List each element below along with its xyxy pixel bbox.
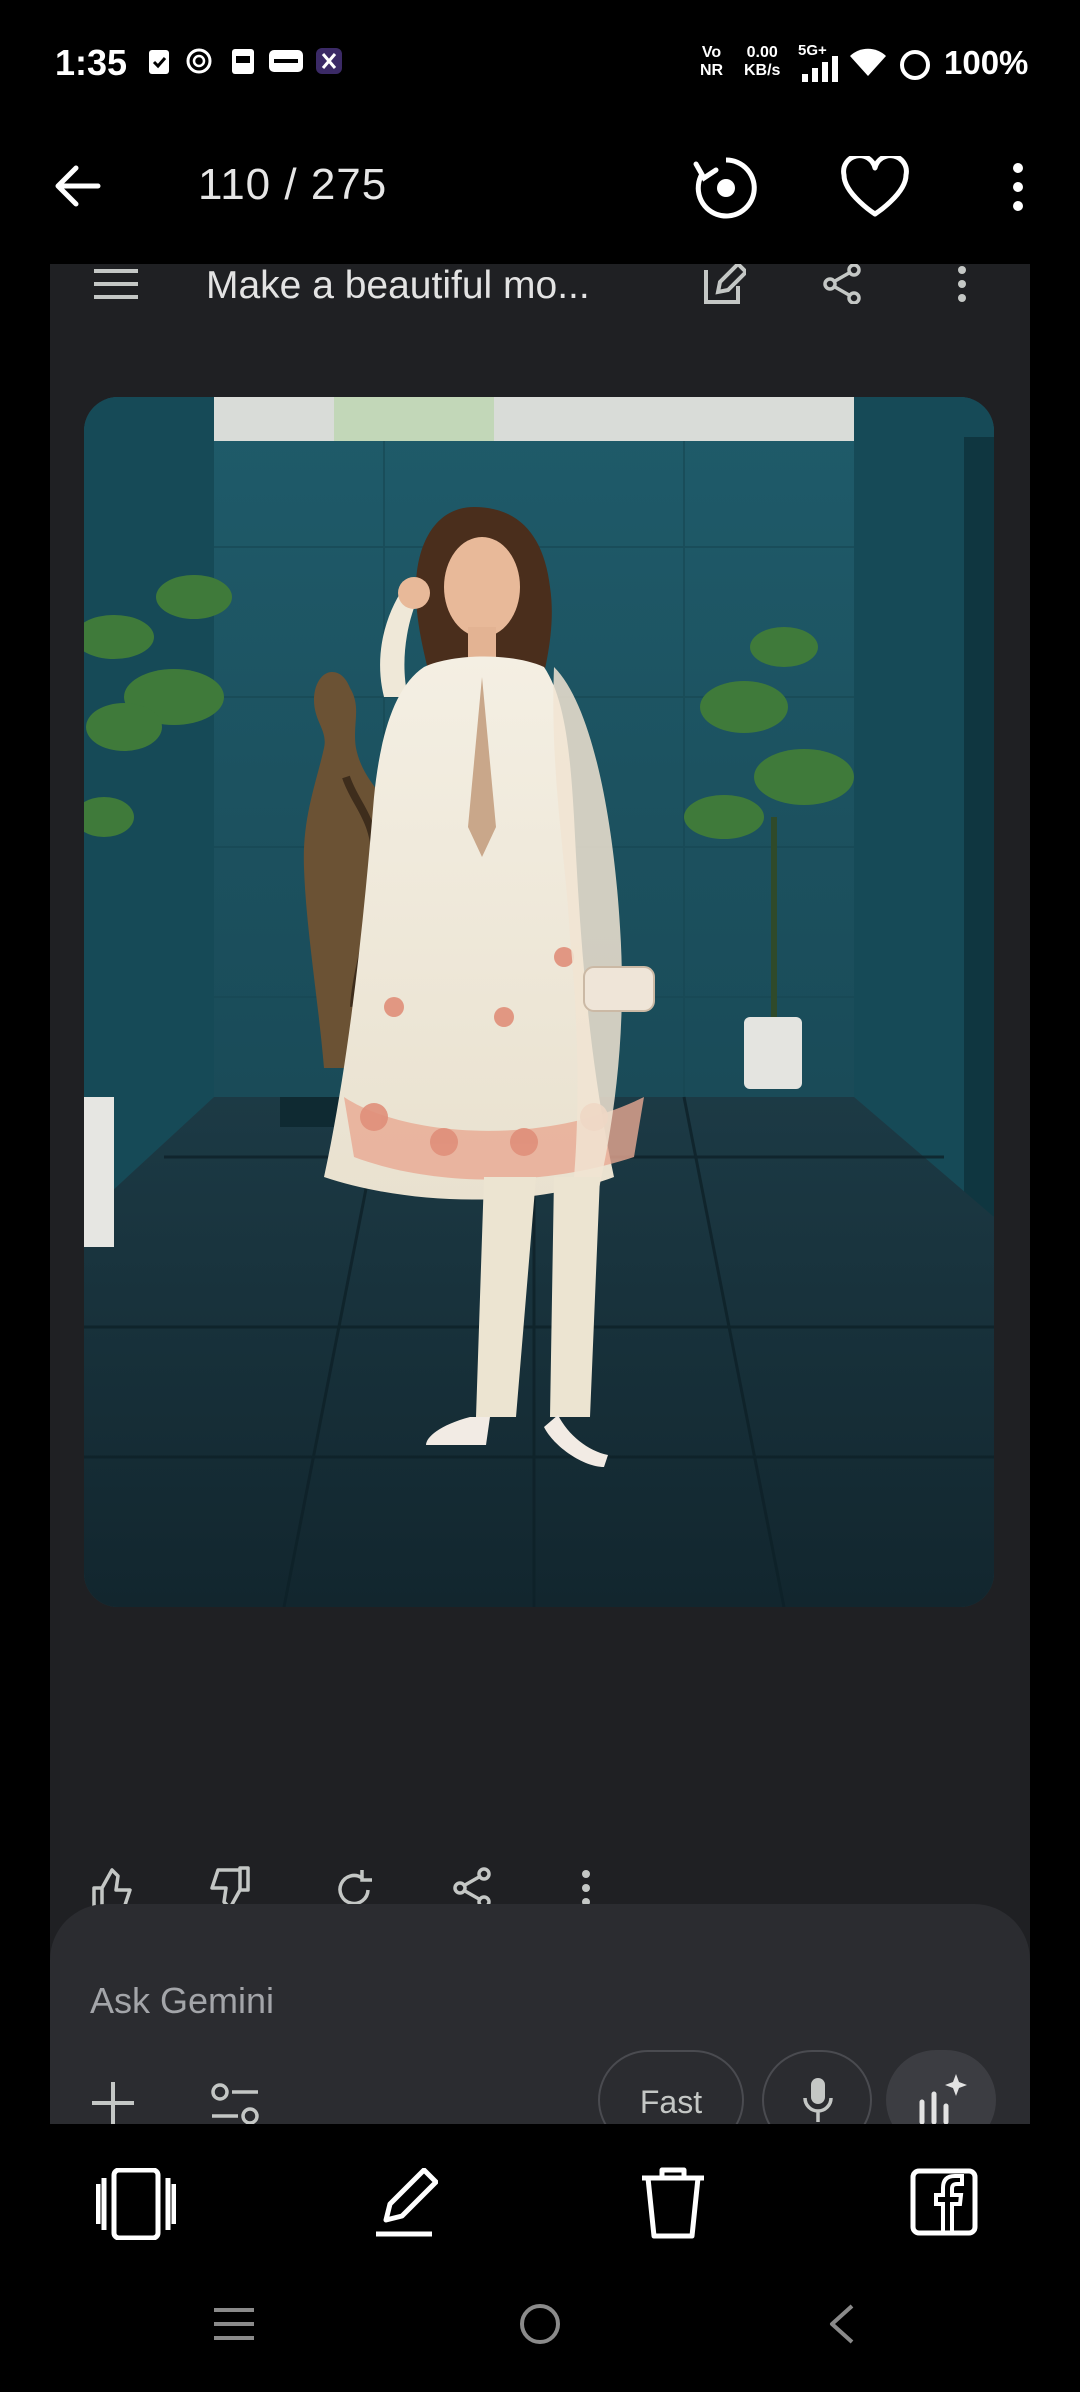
menu-icon [92,268,140,300]
back-icon[interactable] [826,2302,856,2346]
checklist-icon [144,46,174,76]
bottom-toolbar [0,2124,1080,2274]
heart-icon[interactable] [840,156,910,218]
mode-button: Fast [598,2050,744,2124]
recents-icon[interactable] [212,2306,256,2342]
image-counter: 110 / 275 [198,160,388,209]
delete-icon[interactable] [638,2166,708,2240]
more-vert-icon [954,264,970,304]
edit-pencil-icon[interactable] [374,2168,438,2238]
chat-title: Make a beautiful mo... [206,264,590,307]
facebook-icon[interactable] [910,2168,978,2236]
edit-icon [702,264,746,304]
spark-icon [916,2072,968,2124]
wifi-icon [848,46,888,78]
network-label-bottom: NR [700,62,724,79]
back-arrow-icon[interactable] [48,158,104,214]
ask-input-panel: Ask Gemini Fast [50,1904,1030,2124]
app-icon [314,46,344,76]
generated-image[interactable] [84,397,994,1607]
rotate-icon[interactable] [692,154,760,222]
slideshow-icon[interactable] [96,2168,176,2240]
pdf-icon [228,46,258,76]
chatgpt-icon [184,46,214,76]
more-vert-icon[interactable] [1006,162,1030,212]
network-label: Vo NR [700,44,723,80]
speed-unit: KB/s [744,62,781,79]
home-icon[interactable] [518,2302,562,2346]
live-button [886,2050,996,2124]
system-nav-bar [0,2274,1080,2392]
battery-percentage: 100% [944,44,1029,81]
speed-label: 0.00 KB/s [744,44,780,80]
speed-value: 0.00 [746,44,778,61]
mic-button [762,2050,872,2124]
status-time: 1:35 [55,42,128,83]
paytm-icon [268,46,304,76]
plus-icon [90,2080,136,2124]
mode-label: Fast [639,2084,703,2120]
network-label-top: Vo [701,44,722,61]
tools-icon [210,2082,260,2124]
ask-input: Ask Gemini [90,1980,275,2021]
share-icon [820,264,864,304]
mic-icon [802,2076,834,2124]
signal-icon [800,56,840,82]
battery-icon [898,48,932,82]
status-bar: 1:35 Vo NR 0.00 KB/s 5G+ 100% [0,0,1080,130]
embedded-screenshot: Make a beautiful mo... Ask Gemini Fast [50,264,1030,2124]
